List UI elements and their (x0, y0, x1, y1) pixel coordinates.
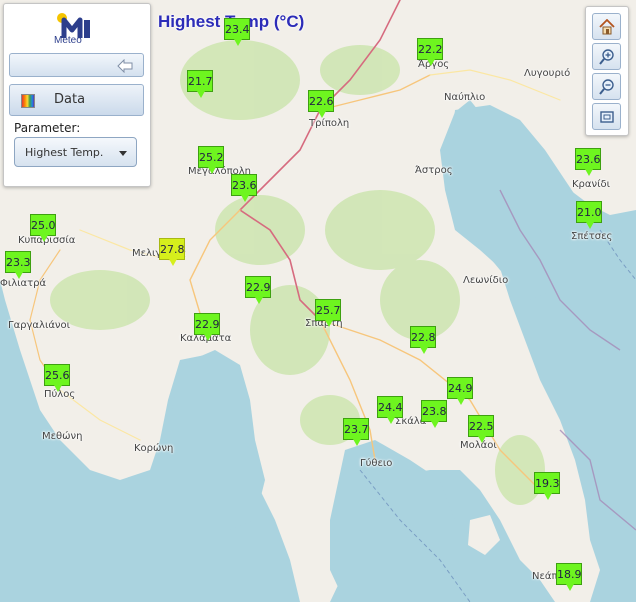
palette-icon (21, 94, 35, 108)
zoom-in-button[interactable] (592, 43, 621, 70)
chevron-down-icon (119, 151, 127, 156)
place-label: Κορώνη (134, 443, 174, 454)
place-label: Ναύπλιο (444, 92, 486, 103)
station-marker[interactable]: 21.0 (576, 201, 602, 229)
place-label: Άστρος (415, 165, 453, 176)
station-marker[interactable]: 23.6 (231, 174, 257, 202)
parameter-select[interactable]: Highest Temp. (14, 137, 137, 167)
station-marker[interactable]: 23.7 (343, 418, 369, 446)
zoom-extent-icon (600, 111, 614, 123)
zoom-out-icon (599, 79, 614, 95)
station-marker[interactable]: 25.0 (30, 214, 56, 242)
data-button[interactable]: Data (9, 84, 144, 116)
station-marker[interactable]: 18.9 (556, 563, 582, 591)
station-marker[interactable]: 22.9 (194, 313, 220, 341)
home-icon (599, 19, 615, 35)
station-marker[interactable]: 21.7 (187, 70, 213, 98)
station-marker[interactable]: 22.2 (417, 38, 443, 66)
station-marker[interactable]: 24.9 (447, 377, 473, 405)
back-arrow-icon (117, 59, 133, 73)
place-label: Σπέτσες (571, 231, 613, 242)
logo-text: Meteo (54, 35, 82, 46)
station-marker[interactable]: 24.4 (377, 396, 403, 424)
station-marker[interactable]: 23.8 (421, 400, 447, 428)
station-marker[interactable]: 22.5 (468, 415, 494, 443)
place-label: Γαργαλιάνοι (8, 320, 71, 331)
station-marker[interactable]: 25.7 (315, 299, 341, 327)
station-marker[interactable]: 22.8 (410, 326, 436, 354)
station-marker[interactable]: 22.9 (245, 276, 271, 304)
home-button[interactable] (592, 13, 621, 40)
station-marker[interactable]: 27.8 (159, 238, 185, 266)
place-label: Λυγουριό (524, 68, 571, 79)
place-label: Φιλιατρά (0, 278, 47, 289)
station-marker[interactable]: 22.6 (308, 90, 334, 118)
station-marker[interactable]: 23.4 (224, 18, 250, 46)
station-marker[interactable]: 25.2 (198, 146, 224, 174)
zoom-out-button[interactable] (592, 73, 621, 100)
place-label: Κρανίδι (572, 179, 610, 190)
parameter-label: Parameter: (14, 121, 81, 135)
place-label: Τρίπολη (309, 118, 350, 129)
data-button-label: Data (54, 92, 86, 107)
station-marker[interactable]: 25.6 (44, 364, 70, 392)
zoom-extent-button[interactable] (592, 103, 621, 130)
station-marker[interactable]: 23.6 (575, 148, 601, 176)
station-marker[interactable]: 23.3 (5, 251, 31, 279)
parameter-select-value: Highest Temp. (25, 146, 104, 159)
place-label: Λεωνίδιο (463, 275, 509, 286)
back-button[interactable] (9, 53, 144, 77)
station-marker[interactable]: 19.3 (534, 472, 560, 500)
control-panel: Meteo Data Parameter: Highest Temp. (3, 3, 151, 187)
place-label: Γύθειο (360, 458, 393, 469)
map-toolbar (585, 6, 629, 136)
place-label: Μεθώνη (42, 431, 83, 442)
zoom-in-icon (599, 49, 614, 65)
